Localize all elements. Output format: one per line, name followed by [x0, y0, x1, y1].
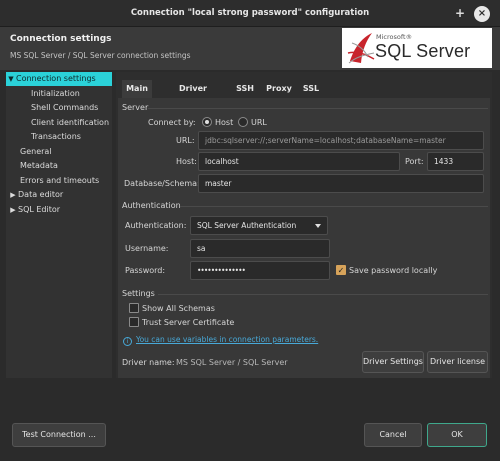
url-radio-label[interactable]: URL [251, 118, 267, 127]
show-all-schemas-label[interactable]: Show All Schemas [142, 304, 215, 313]
divider [180, 206, 488, 207]
tab-ssh[interactable]: SSH [233, 80, 257, 98]
settings-group-title: Settings [122, 289, 155, 298]
url-label: URL: [176, 136, 195, 145]
authentication-select[interactable]: SQL Server Authentication [190, 216, 328, 235]
driver-name-value: MS SQL Server / SQL Server [176, 358, 288, 367]
driver-settings-button[interactable]: Driver Settings [362, 351, 424, 373]
page-subtitle: MS SQL Server / SQL Server connection se… [10, 51, 191, 60]
url-field[interactable]: jdbc:sqlserver://;serverName=localhost;d… [198, 131, 484, 150]
username-field[interactable]: sa [190, 239, 330, 258]
maximize-icon[interactable]: + [452, 5, 468, 21]
logo-microsoft-text: Microsoft® [376, 33, 413, 41]
password-field[interactable]: •••••••••••••• [190, 261, 330, 280]
host-radio[interactable] [202, 117, 212, 127]
host-field[interactable]: localhost [198, 152, 400, 171]
logo-product-text: SQL Server [375, 41, 471, 61]
sidebar-item-metadata[interactable]: Metadata [20, 159, 58, 173]
port-label: Port: [405, 157, 424, 166]
sql-server-logo: Microsoft® SQL Server [342, 28, 492, 68]
authentication-group-title: Authentication [122, 201, 181, 210]
sidebar-item-label: Metadata [20, 161, 58, 170]
trust-server-certificate-label[interactable]: Trust Server Certificate [142, 318, 234, 327]
driver-name-label: Driver name: [122, 358, 175, 367]
window-titlebar: Connection "local strong password" confi… [0, 0, 500, 27]
server-group-title: Server [122, 103, 149, 112]
sql-server-logo-icon [347, 33, 375, 64]
trust-server-certificate-checkbox[interactable] [129, 317, 139, 327]
sidebar-item-label: General [20, 147, 52, 156]
test-connection-button[interactable]: Test Connection ... [12, 423, 106, 447]
ok-button[interactable]: OK [427, 423, 487, 447]
divider [148, 108, 488, 109]
variables-info-row: i You can use variables in connection par… [123, 335, 318, 346]
host-label: Host: [176, 157, 197, 166]
sidebar-item-label: Initialization [31, 89, 80, 98]
tab-main[interactable]: Main [122, 80, 152, 98]
sidebar-item-shell-commands[interactable]: Shell Commands [31, 101, 98, 115]
cancel-button[interactable]: Cancel [364, 423, 422, 447]
tab-ssl[interactable]: SSL [299, 80, 323, 98]
chevron-right-icon[interactable]: ▶ [8, 203, 18, 217]
database-field[interactable]: master [198, 174, 484, 193]
dialog-footer [0, 378, 500, 461]
database-label: Database/Schema: [124, 179, 200, 188]
connect-by-label: Connect by: [148, 118, 196, 127]
username-label: Username: [125, 244, 169, 253]
sidebar-item-label: Data editor [18, 190, 64, 199]
tab-driver-properties[interactable]: Driver properties [155, 80, 231, 111]
show-all-schemas-checkbox[interactable] [129, 303, 139, 313]
sidebar-item-label: Connection settings [16, 74, 96, 83]
url-radio[interactable] [238, 117, 248, 127]
chevron-right-icon[interactable]: ▶ [8, 188, 18, 202]
info-icon: i [123, 337, 132, 346]
sidebar-item-general[interactable]: General [20, 145, 52, 159]
authentication-label: Authentication: [125, 221, 187, 230]
sidebar-item-label: SQL Editor [18, 205, 61, 214]
sidebar-item-label: Shell Commands [31, 103, 99, 112]
save-password-checkbox[interactable]: ✓ [336, 265, 346, 275]
sidebar-item-label: Client identification [31, 118, 110, 127]
save-password-label[interactable]: Save password locally [349, 266, 437, 275]
close-icon[interactable]: × [474, 6, 490, 22]
tab-proxy[interactable]: Proxy [264, 80, 294, 98]
sidebar-item-sql-editor[interactable]: ▶ SQL Editor [8, 203, 60, 217]
sidebar-item-connection-settings[interactable]: ▼ Connection settings [6, 72, 112, 86]
chevron-down-icon[interactable]: ▼ [6, 72, 16, 86]
port-field[interactable]: 1433 [427, 152, 484, 171]
sidebar-item-transactions[interactable]: Transactions [31, 130, 81, 144]
sidebar-item-label: Transactions [31, 132, 81, 141]
password-label: Password: [125, 266, 166, 275]
chevron-down-icon[interactable] [315, 224, 321, 228]
divider [158, 294, 488, 295]
variables-link[interactable]: You can use variables in connection para… [136, 335, 318, 344]
sidebar-item-label: Errors and timeouts [20, 176, 100, 185]
sidebar-item-data-editor[interactable]: ▶ Data editor [8, 188, 63, 202]
window-title: Connection "local strong password" confi… [130, 8, 370, 18]
authentication-select-value: SQL Server Authentication [197, 221, 297, 230]
sidebar-item-initialization[interactable]: Initialization [31, 87, 80, 101]
sidebar-item-client-identification[interactable]: Client identification [31, 116, 109, 130]
host-radio-label[interactable]: Host [215, 118, 233, 127]
sidebar-item-errors-timeouts[interactable]: Errors and timeouts [20, 174, 99, 188]
page-title: Connection settings [10, 34, 112, 44]
driver-license-button[interactable]: Driver license [427, 351, 488, 373]
